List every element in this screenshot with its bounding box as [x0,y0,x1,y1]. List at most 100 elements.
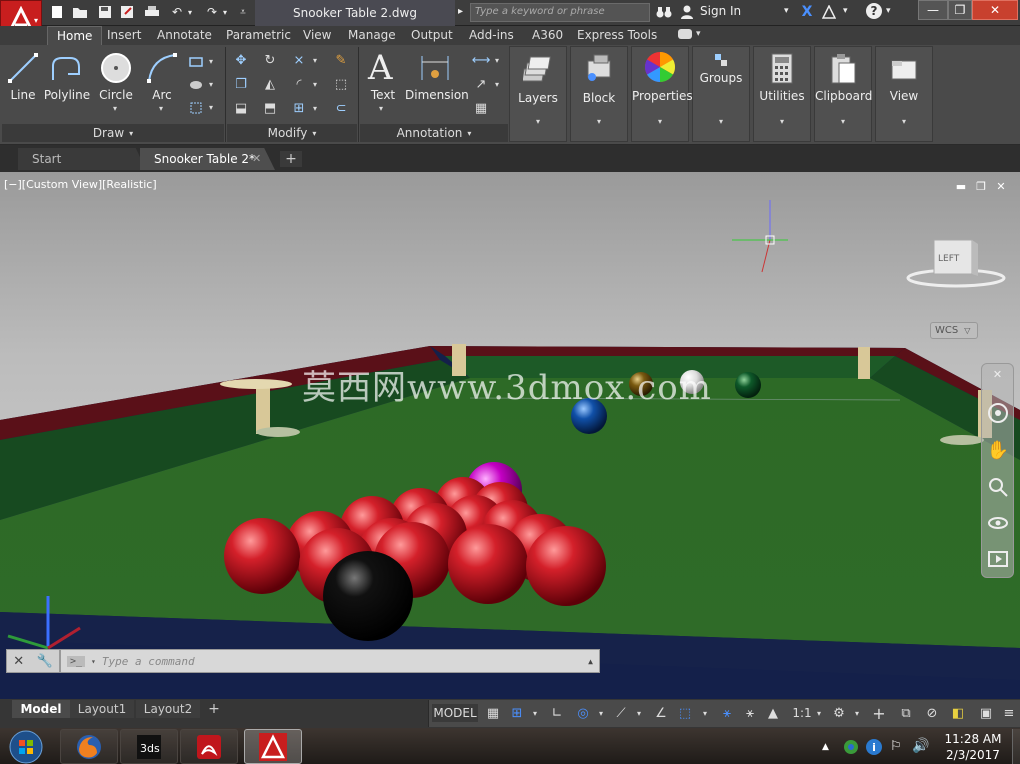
annotation-panel-label[interactable]: Annotation ▾ [360,124,508,142]
viewport-minimize-icon[interactable]: ▬ [955,180,967,193]
fillet-dropdown-icon[interactable]: ▾ [313,80,317,89]
polar-dropdown-icon[interactable]: ▾ [596,704,606,722]
hatch-tool-icon[interactable] [187,77,205,93]
fillet-tool-icon[interactable]: ◜ [290,76,308,92]
draw-panel-label[interactable]: Draw ▾ [2,124,224,142]
line-tool-label[interactable]: Line [4,88,42,102]
arc-tool-icon[interactable] [146,52,178,84]
rectangle-tool-icon[interactable] [187,54,205,70]
viewport-close-icon[interactable]: ✕ [995,180,1007,193]
close-command-line-icon[interactable]: ✕ [13,654,24,669]
layers-panel[interactable]: Layers ▾ [509,46,567,142]
clipboard-dropdown-icon[interactable]: ▾ [815,117,871,126]
drawing-viewport[interactable] [0,172,1020,699]
hatch-dropdown-icon[interactable]: ▾ [209,80,213,89]
draw-panel-expand-icon[interactable]: ▾ [129,129,133,138]
recent-commands-dropdown-icon[interactable]: ▾ [91,657,96,666]
move-tool-icon[interactable]: ✥ [232,52,250,68]
viewport-restore-icon[interactable]: ❐ [975,180,987,193]
steering-wheel-icon[interactable] [987,402,1009,424]
mirror-tool-icon[interactable]: ◭ [261,76,279,92]
dimension-tool-icon[interactable] [419,52,451,84]
circle-tool-label[interactable]: Circle [95,88,137,102]
modify-panel-label[interactable]: Modify ▾ [227,124,357,142]
annotation-monitor-icon[interactable]: + [870,704,888,723]
info-tray-icon[interactable]: i [866,739,882,755]
restore-button[interactable]: ❐ [948,0,972,20]
new-tab-button[interactable]: + [280,151,302,167]
save-icon[interactable] [96,3,114,21]
array-tool-icon[interactable]: ⊞ [290,100,308,116]
viewport-controls-label[interactable]: [−][Custom View][Realistic] [4,178,157,191]
clean-screen-icon[interactable]: ▣ [976,704,996,722]
network-tray-icon[interactable] [842,739,860,755]
taskbar-acrobat[interactable] [180,729,238,764]
circle-dropdown-icon[interactable]: ▾ [113,104,117,113]
model-space-toggle[interactable]: MODEL [432,704,478,722]
command-line[interactable]: >_ ▾ Type a command ▲ [60,649,600,673]
leader-dropdown-icon[interactable]: ▾ [495,80,499,89]
orbit-icon[interactable] [987,512,1009,534]
polyline-tool-label[interactable]: Polyline [42,88,92,102]
trim-tool-icon[interactable]: ⨯ [290,52,308,68]
boundary-dropdown-icon[interactable]: ▾ [209,103,213,112]
object-snap-tracking-icon[interactable]: ∠ [652,704,670,722]
sign-in-dropdown-icon[interactable]: ▾ [784,6,789,16]
ribbon-minimize-dropdown-icon[interactable]: ▾ [696,29,701,39]
snap-mode-icon[interactable]: ⊞ [508,704,526,722]
arc-tool-label[interactable]: Arc [144,88,180,102]
wcs-menu[interactable]: WCS ▽ [930,322,978,339]
customize-wrench-icon[interactable]: 🔧 [37,654,53,669]
annotation-scale-value[interactable]: 1:1 [790,704,814,722]
annotation-visibility-icon[interactable]: ⚹ [718,704,736,722]
system-clock[interactable]: 11:28 AM 2/3/2017 [935,731,1011,763]
workspace-gear-icon[interactable]: ⚙ [830,704,848,722]
utilities-panel[interactable]: Utilities ▾ [753,46,811,142]
properties-panel[interactable]: Properties ▾ [631,46,693,142]
close-window-button[interactable]: ✕ [972,0,1018,20]
groups-dropdown-icon[interactable]: ▾ [693,117,749,126]
start-tab[interactable]: Start [18,148,146,170]
linear-dimension-icon[interactable]: ⟷ [472,52,491,68]
clipboard-panel[interactable]: Clipboard ▾ [814,46,872,142]
add-layout-button[interactable]: + [204,700,224,718]
tab-express-tools[interactable]: Express Tools [577,26,657,45]
dimension-tool-label[interactable]: Dimension [405,88,469,102]
view-panel[interactable]: View ▾ [875,46,933,142]
boundary-tool-icon[interactable] [187,100,205,116]
units-icon[interactable]: ⧉ [896,704,916,722]
properties-dropdown-icon[interactable]: ▾ [632,117,688,126]
autodesk-a360-icon[interactable] [820,3,838,21]
utilities-dropdown-icon[interactable]: ▾ [754,117,810,126]
redo-dropdown-icon[interactable]: ▾ [220,3,230,21]
stretch-tool-icon[interactable]: ⬓ [232,100,250,116]
polyline-tool-icon[interactable] [50,52,82,84]
open-folder-icon[interactable] [71,3,89,21]
binoculars-icon[interactable] [655,3,673,21]
save-as-icon[interactable] [118,3,136,21]
undo-icon[interactable]: ↶ [168,3,186,21]
leader-tool-icon[interactable]: ↗ [472,76,490,92]
start-button[interactable] [4,729,48,764]
sign-in-label[interactable]: Sign In [700,4,741,18]
exchange-apps-icon[interactable]: X [798,3,816,21]
command-history-icon[interactable]: ▲ [588,657,593,666]
tab-parametric[interactable]: Parametric [226,26,291,45]
text-tool-label[interactable]: Text [364,88,402,102]
taskbar-autocad[interactable] [244,729,302,764]
close-tab-icon[interactable]: ✕ [252,152,261,165]
explode-tool-icon[interactable]: ⬚ [332,76,350,92]
hardware-acceleration-icon[interactable]: ◧ [948,704,968,722]
model-tab[interactable]: Model [12,700,70,718]
redo-icon[interactable]: ↷ [203,3,221,21]
view-dropdown-icon[interactable]: ▾ [876,117,932,126]
taskbar-3dsmax[interactable]: 3ds [120,729,178,764]
help-dropdown-icon[interactable]: ▾ [886,6,891,16]
navbar-close-icon[interactable]: ✕ [988,368,1008,386]
search-input[interactable]: Type a keyword or phrase [470,3,650,22]
ribbon-minimize-icon[interactable] [678,29,692,39]
offset-tool-icon[interactable]: ⊂ [332,100,350,116]
plot-icon[interactable] [143,3,161,21]
rectangle-dropdown-icon[interactable]: ▾ [209,57,213,66]
a360-dropdown-icon[interactable]: ▾ [843,6,848,16]
